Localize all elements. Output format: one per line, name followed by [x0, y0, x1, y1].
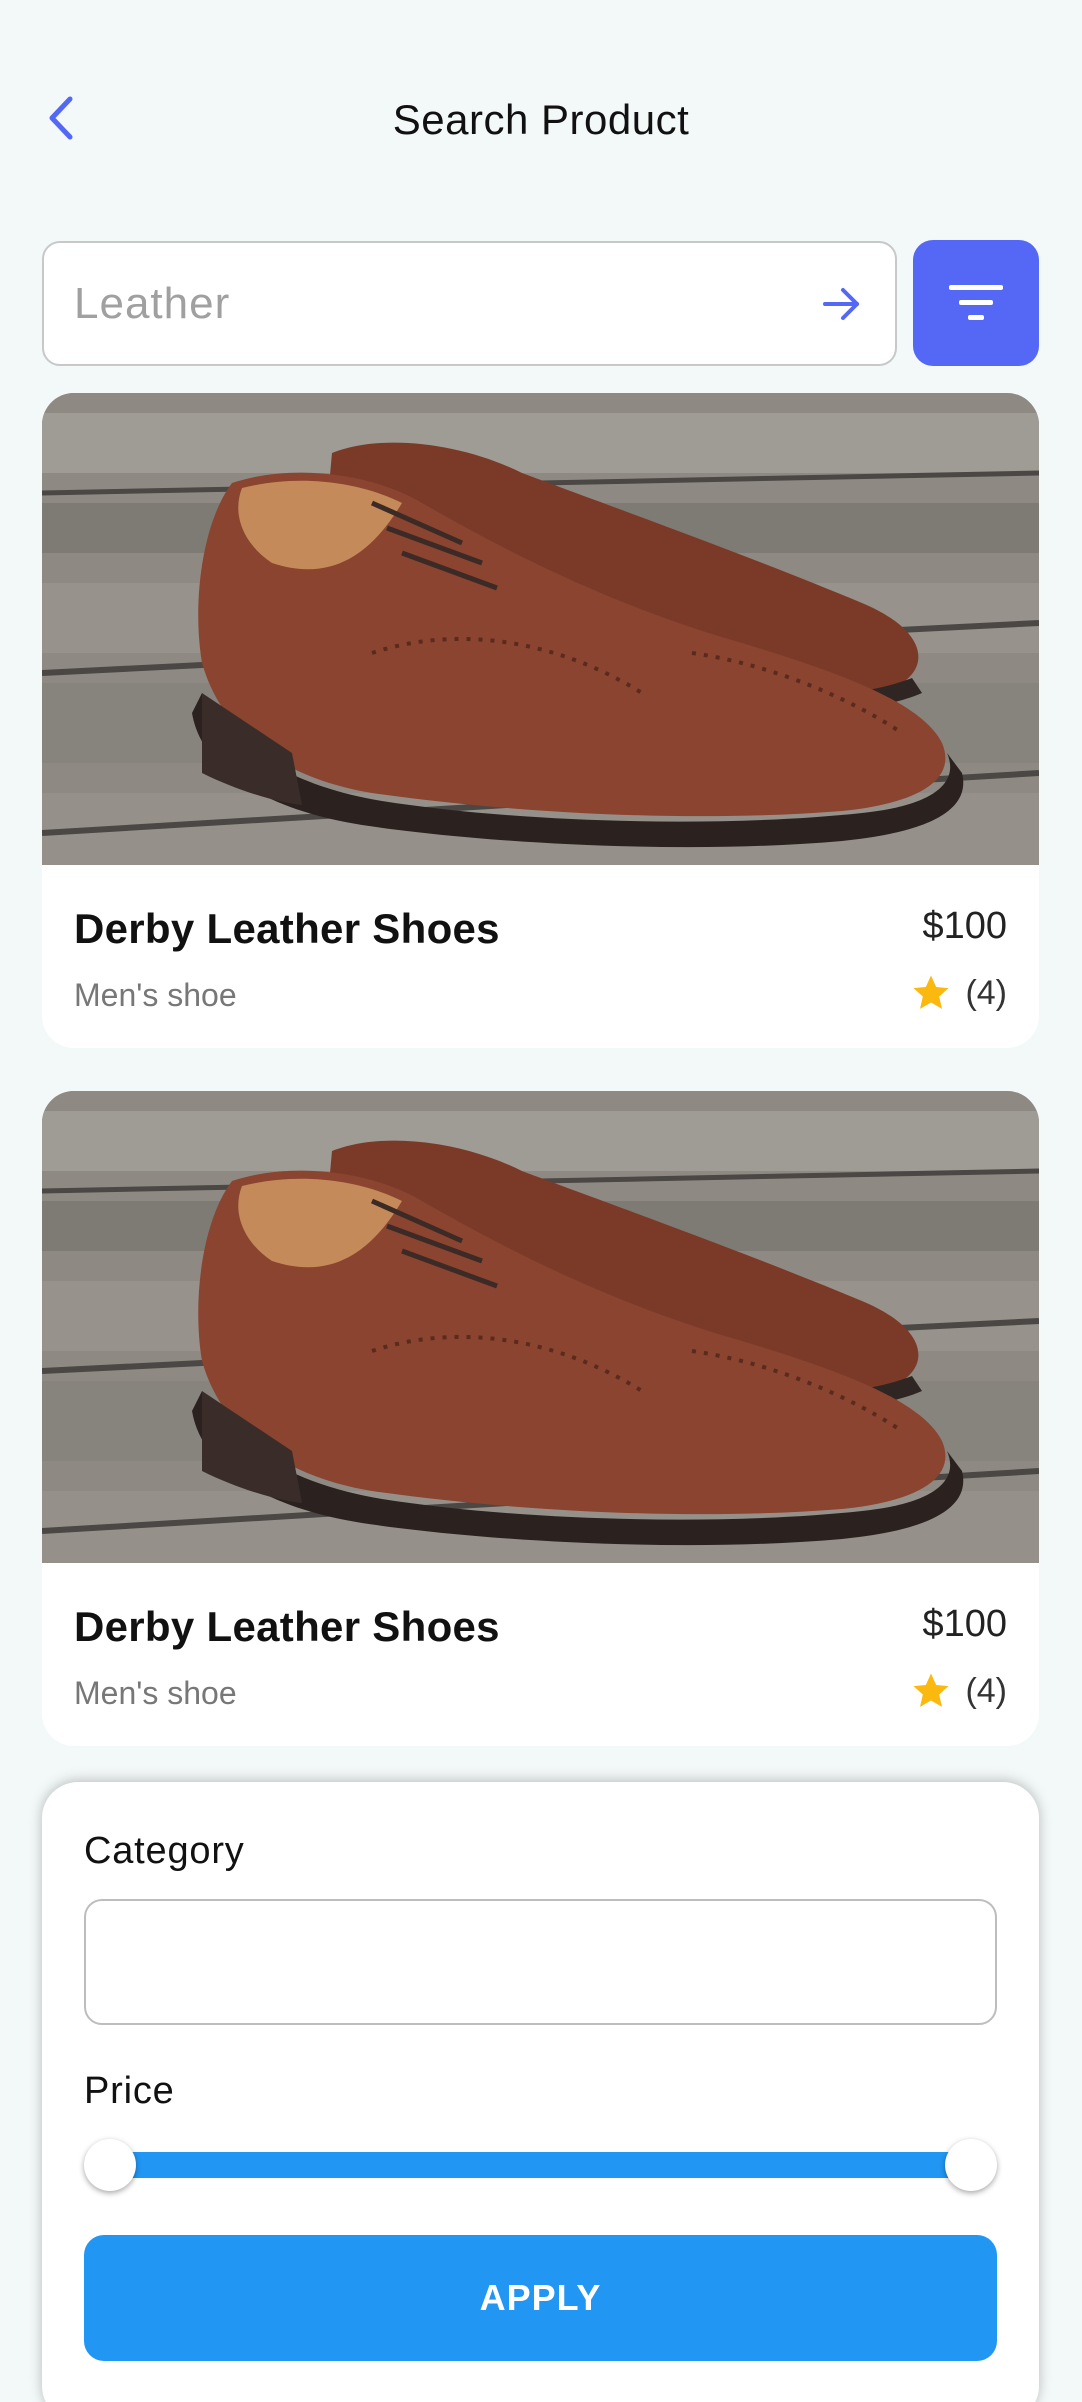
product-image — [42, 1091, 1039, 1563]
price-max-thumb[interactable] — [945, 2139, 997, 2191]
rating-count: (4) — [965, 1671, 1007, 1710]
price-label: Price — [84, 2070, 175, 2112]
app-header: Search Product — [0, 0, 1082, 200]
star-icon — [913, 1673, 949, 1707]
search-input[interactable] — [74, 278, 794, 329]
apply-button[interactable]: APPLY — [84, 2235, 997, 2361]
page-title: Search Product — [392, 96, 690, 143]
filter-icon — [949, 285, 1003, 320]
price-min-thumb[interactable] — [84, 2139, 136, 2191]
price-range-track[interactable] — [110, 2152, 972, 2178]
rating-count: (4) — [965, 973, 1007, 1012]
product-price: $100 — [922, 905, 1007, 947]
product-price: $100 — [922, 1603, 1007, 1645]
search-submit-button[interactable] — [819, 281, 865, 327]
product-name: Derby Leather Shoes — [74, 905, 500, 952]
filter-button[interactable] — [913, 240, 1039, 366]
product-rating: (4) — [911, 973, 1007, 1013]
product-card[interactable]: Derby Leather Shoes Men's shoe $100 (4) — [42, 393, 1039, 1048]
product-category: Men's shoe — [74, 1675, 237, 1711]
arrow-right-icon — [823, 288, 859, 320]
star-icon — [913, 975, 949, 1009]
category-input[interactable] — [84, 1899, 997, 2025]
product-rating: (4) — [911, 1671, 1007, 1711]
filter-sheet: Category Price APPLY — [42, 1782, 1039, 2402]
product-category: Men's shoe — [74, 977, 237, 1013]
search-field[interactable] — [42, 241, 897, 366]
product-name: Derby Leather Shoes — [74, 1603, 500, 1650]
product-card[interactable]: Derby Leather Shoes Men's shoe $100 (4) — [42, 1091, 1039, 1746]
category-label: Category — [84, 1830, 245, 1872]
product-image — [42, 393, 1039, 865]
